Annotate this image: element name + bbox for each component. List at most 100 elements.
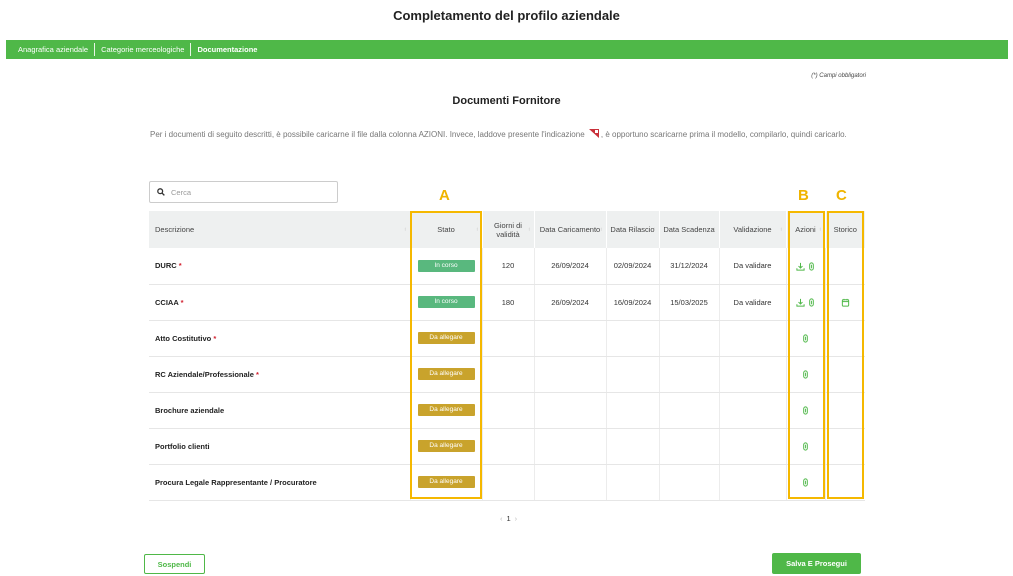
save-continue-button[interactable]: Salva E Prosegui (772, 553, 861, 574)
required-marker: * (178, 261, 182, 271)
intro-text: Per i documenti di seguito descritti, è … (150, 128, 870, 141)
row-data-caricamento: 26/09/2024 (534, 284, 607, 321)
table-row: Procura Legale Rappresentante / Procurat… (149, 464, 865, 501)
nav-item-documentazione[interactable]: Documentazione (191, 43, 263, 56)
row-actions (786, 428, 826, 465)
row-validazione (719, 428, 787, 465)
row-description-label: Atto Costitutivo (155, 333, 212, 343)
status-badge: Da allegare (417, 368, 475, 380)
row-actions (786, 248, 826, 285)
template-flag-icon (588, 128, 600, 139)
paperclip-icon[interactable] (801, 406, 810, 415)
row-description: Brochure aziendale (149, 392, 411, 429)
row-data-scadenza: 15/03/2025 (659, 284, 720, 321)
row-giorni (482, 464, 535, 501)
table-row: Portfolio clienti Da allegare (149, 428, 865, 465)
row-data-rilascio (606, 428, 660, 465)
row-actions (786, 320, 826, 357)
row-actions (786, 356, 826, 393)
row-history (825, 284, 865, 321)
paperclip-icon[interactable] (801, 478, 810, 487)
download-icon[interactable] (795, 262, 805, 271)
paperclip-icon[interactable] (801, 334, 810, 343)
download-icon[interactable] (795, 298, 805, 307)
nav-item-anagrafica[interactable]: Anagrafica aziendale (12, 43, 96, 56)
row-actions (786, 464, 826, 501)
header-descrizione[interactable]: Descrizione (149, 211, 411, 248)
row-giorni (482, 356, 535, 393)
row-giorni (482, 320, 535, 357)
row-description-label: Brochure aziendale (155, 405, 225, 415)
row-actions (786, 284, 826, 321)
row-data-rilascio (606, 392, 660, 429)
header-azioni: Azioni (786, 211, 826, 248)
row-status-cell: Da allegare (410, 464, 483, 501)
paperclip-icon[interactable] (801, 370, 810, 379)
header-data-scadenza[interactable]: Data Scadenza (659, 211, 720, 248)
required-marker: * (256, 369, 259, 379)
table-header-row: Descrizione Stato Giorni di validità Dat… (149, 211, 865, 248)
pagination-current-page[interactable]: 1 (507, 514, 511, 523)
row-status-cell: In corso (410, 248, 483, 285)
row-data-scadenza (659, 392, 720, 429)
row-description-label: Procura Legale Rappresentante / Procurat… (155, 477, 317, 487)
row-status-cell: Da allegare (410, 428, 483, 465)
row-data-scadenza (659, 428, 720, 465)
row-status-cell: In corso (410, 284, 483, 321)
row-history (825, 392, 865, 429)
calendar-icon[interactable] (841, 298, 850, 307)
row-actions (786, 392, 826, 429)
paperclip-icon[interactable] (801, 442, 810, 451)
search-input[interactable] (171, 187, 331, 197)
row-description-label: Portfolio clienti (155, 441, 210, 451)
header-stato[interactable]: Stato (410, 211, 483, 248)
row-history (825, 248, 865, 285)
nav-item-categorie[interactable]: Categorie merceologiche (95, 43, 192, 56)
row-description: CCIAA * (149, 284, 411, 321)
row-giorni: 120 (482, 248, 535, 285)
table-row: DURC * In corso 120 26/09/2024 02/09/202… (149, 248, 865, 285)
row-description: RC Aziendale/Professionale * (149, 356, 411, 393)
required-marker: * (180, 297, 184, 307)
status-badge: In corso (417, 259, 475, 272)
header-data-caricamento[interactable]: Data Caricamento (534, 211, 607, 248)
intro-text-part1: Per i documenti di seguito descritti, è … (150, 130, 585, 139)
row-data-scadenza: 31/12/2024 (659, 248, 720, 285)
paperclip-icon[interactable] (807, 298, 816, 307)
row-description-label: DURC (155, 261, 177, 271)
profile-nav-bar: Anagrafica aziendale Categorie merceolog… (6, 40, 1008, 59)
pagination-next[interactable]: › (515, 514, 518, 523)
suspend-button[interactable]: Sospendi (144, 554, 205, 574)
annotation-label-c: C (836, 187, 847, 204)
table-row: Brochure aziendale Da allegare (149, 392, 865, 429)
row-history (825, 428, 865, 465)
table-row: CCIAA * In corso 180 26/09/2024 16/09/20… (149, 284, 865, 321)
table-row: RC Aziendale/Professionale * Da allegare (149, 356, 865, 393)
header-validazione[interactable]: Validazione (719, 211, 787, 248)
header-data-rilascio[interactable]: Data Rilascio (606, 211, 660, 248)
row-giorni (482, 392, 535, 429)
row-validazione (719, 464, 787, 501)
row-data-caricamento: 26/09/2024 (534, 248, 607, 285)
documents-table: Descrizione Stato Giorni di validità Dat… (149, 211, 865, 501)
row-validazione (719, 320, 787, 357)
row-data-rilascio: 02/09/2024 (606, 248, 660, 285)
row-data-scadenza (659, 356, 720, 393)
page-title: Completamento del profilo aziendale (393, 8, 620, 23)
row-data-caricamento (534, 320, 607, 357)
row-description: Atto Costitutivo * (149, 320, 411, 357)
row-data-rilascio (606, 464, 660, 501)
intro-text-part2: , è opportuno scaricarne prima il modell… (600, 130, 847, 139)
row-data-scadenza (659, 464, 720, 501)
required-marker: * (213, 333, 217, 343)
row-validazione: Da validare (719, 284, 787, 321)
row-description-label: CCIAA (155, 297, 179, 307)
pagination-prev[interactable]: ‹ (500, 514, 503, 523)
paperclip-icon[interactable] (807, 261, 816, 271)
header-giorni-validita[interactable]: Giorni di validità (482, 211, 535, 248)
row-status-cell: Da allegare (410, 392, 483, 429)
status-badge: Da allegare (417, 476, 475, 488)
row-data-caricamento (534, 464, 607, 501)
row-history (825, 320, 865, 357)
section-title: Documenti Fornitore (452, 95, 561, 107)
